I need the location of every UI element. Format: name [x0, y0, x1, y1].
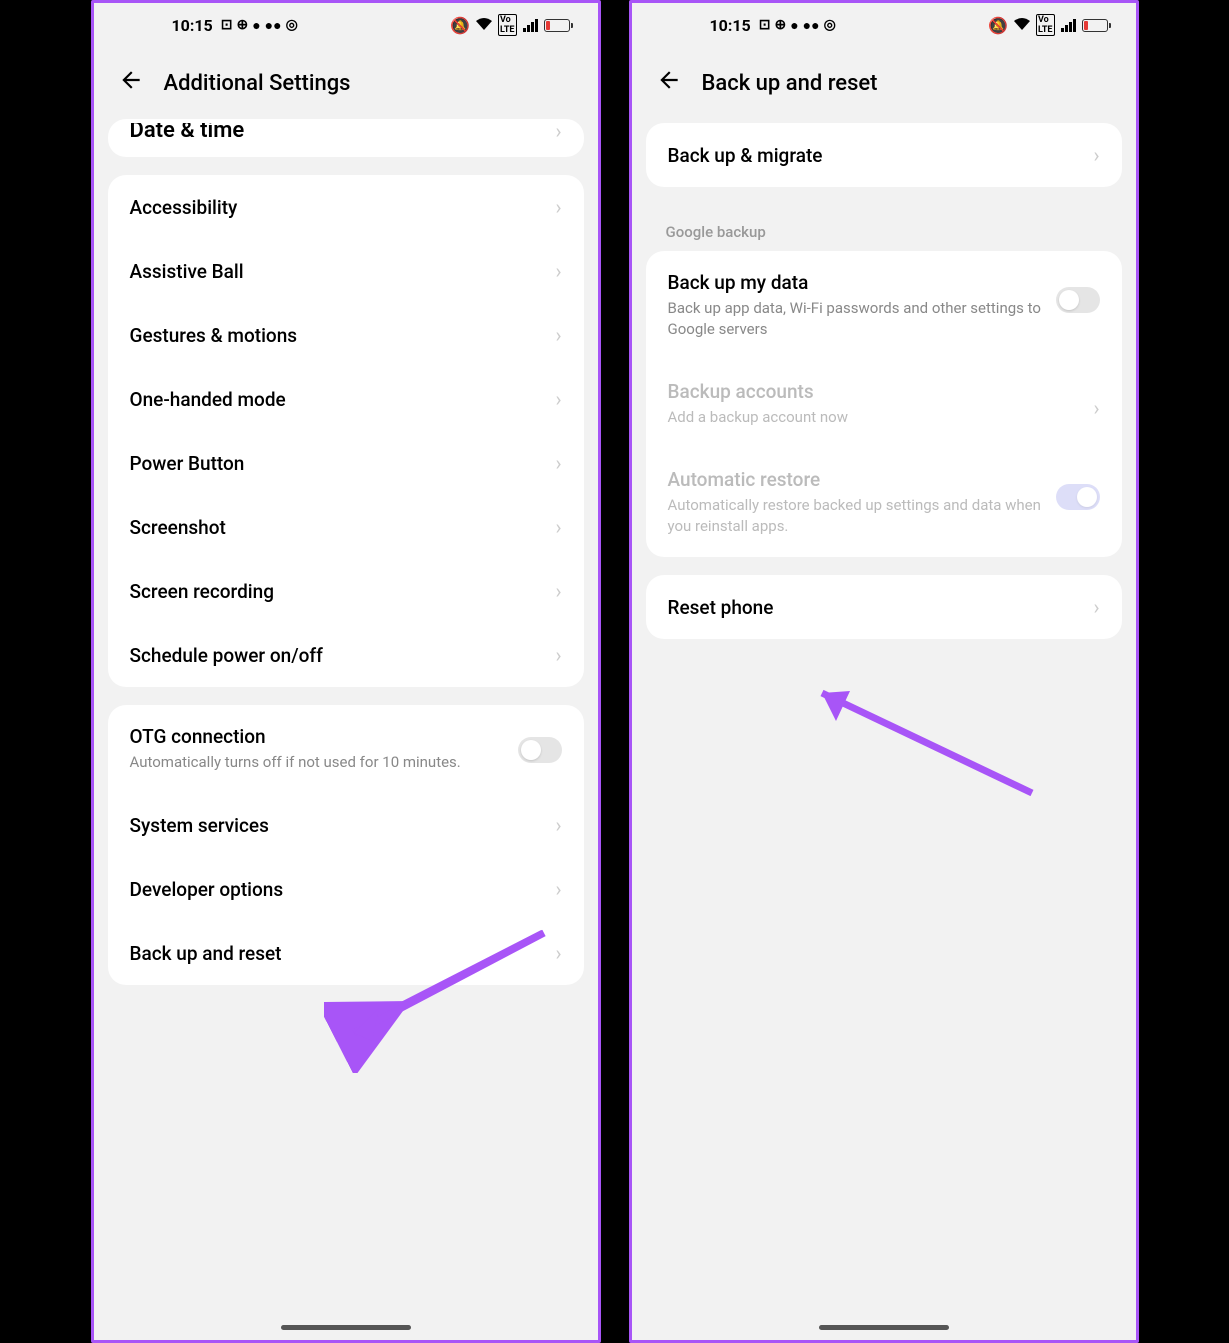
row-otg-connection[interactable]: OTG connection Automatically turns off i…: [108, 705, 584, 793]
row-label: Assistive Ball: [130, 260, 556, 283]
mute-icon: 🔕: [450, 16, 470, 35]
section-google-backup: Google backup: [632, 205, 1136, 251]
status-time: 10:15: [172, 16, 213, 35]
row-label: Reset phone: [668, 596, 1094, 619]
row-label: Screenshot: [130, 516, 556, 539]
row-system-services[interactable]: System services ›: [108, 793, 584, 857]
row-label: System services: [130, 814, 556, 837]
status-tray: 🔕 VoLTE: [988, 14, 1107, 36]
chevron-right-icon: ›: [555, 259, 561, 283]
chevron-right-icon: ›: [1093, 143, 1099, 167]
otg-toggle[interactable]: [518, 737, 562, 763]
chevron-right-icon: ›: [1093, 396, 1099, 420]
battery-icon: [544, 19, 570, 32]
back-button[interactable]: [656, 67, 682, 99]
signal-icon: [523, 18, 538, 32]
row-label: Back up & migrate: [668, 144, 1094, 167]
card-group-2: OTG connection Automatically turns off i…: [108, 705, 584, 985]
row-reset-phone[interactable]: Reset phone ›: [646, 575, 1122, 639]
status-bar: 10:15 ⊡⊕●●●◎ 🔕 VoLTE: [632, 3, 1136, 47]
backup-data-toggle[interactable]: [1056, 287, 1100, 313]
chevron-right-icon: ›: [555, 451, 561, 475]
row-subtitle: Automatically restore backed up settings…: [668, 495, 1056, 537]
chevron-right-icon: ›: [555, 643, 561, 667]
home-indicator[interactable]: [819, 1325, 949, 1330]
wifi-icon: [476, 16, 492, 35]
chevron-right-icon: ›: [555, 387, 561, 411]
row-power-button[interactable]: Power Button ›: [108, 431, 584, 495]
row-back-up-and-reset[interactable]: Back up and reset ›: [108, 921, 584, 985]
row-automatic-restore[interactable]: Automatic restore Automatically restore …: [646, 448, 1122, 557]
row-screenshot[interactable]: Screenshot ›: [108, 495, 584, 559]
row-one-handed[interactable]: One-handed mode ›: [108, 367, 584, 431]
row-label: Backup accounts: [668, 380, 1094, 403]
card-reset: Reset phone ›: [646, 575, 1122, 639]
chevron-right-icon: ›: [555, 813, 561, 837]
page-title: Back up and reset: [702, 71, 878, 96]
chevron-right-icon: ›: [555, 119, 561, 143]
row-label: Back up my data: [668, 271, 1056, 294]
row-backup-accounts[interactable]: Backup accounts Add a backup account now…: [646, 360, 1122, 448]
row-label: Automatic restore: [668, 468, 1056, 491]
row-subtitle: Add a backup account now: [668, 407, 1094, 428]
row-back-up-my-data[interactable]: Back up my data Back up app data, Wi-Fi …: [646, 251, 1122, 360]
status-bar: 10:15 ⊡⊕●●●◎ 🔕 VoLTE: [94, 3, 598, 47]
status-app-icons: ⊡⊕●●●◎: [221, 17, 298, 34]
row-label: OTG connection: [130, 725, 518, 748]
chevron-right-icon: ›: [555, 515, 561, 539]
row-gestures-motions[interactable]: Gestures & motions ›: [108, 303, 584, 367]
page-header: Additional Settings: [94, 47, 598, 123]
chevron-right-icon: ›: [555, 941, 561, 965]
row-date-time[interactable]: Date & time ›: [108, 119, 584, 157]
row-developer-options[interactable]: Developer options ›: [108, 857, 584, 921]
status-time: 10:15: [710, 16, 751, 35]
phone-left: 10:15 ⊡⊕●●●◎ 🔕 VoLTE Additional Settings…: [91, 0, 601, 1343]
chevron-right-icon: ›: [555, 323, 561, 347]
auto-restore-toggle[interactable]: [1056, 484, 1100, 510]
chevron-right-icon: ›: [1093, 595, 1099, 619]
volte-icon: VoLTE: [498, 14, 517, 36]
row-accessibility[interactable]: Accessibility ›: [108, 175, 584, 239]
row-label: One-handed mode: [130, 388, 556, 411]
chevron-right-icon: ›: [555, 877, 561, 901]
row-label: Accessibility: [130, 196, 556, 219]
back-button[interactable]: [118, 67, 144, 99]
card-group-1: Accessibility › Assistive Ball › Gesture…: [108, 175, 584, 687]
row-assistive-ball[interactable]: Assistive Ball ›: [108, 239, 584, 303]
row-label: Power Button: [130, 452, 556, 475]
annotation-arrow: [700, 680, 701, 681]
row-label: Schedule power on/off: [130, 644, 556, 667]
card-backup-migrate: Back up & migrate ›: [646, 123, 1122, 187]
row-label: Back up and reset: [130, 942, 556, 965]
page-title: Additional Settings: [164, 71, 351, 96]
row-label: Screen recording: [130, 580, 556, 603]
row-subtitle: Back up app data, Wi-Fi passwords and ot…: [668, 298, 1056, 340]
row-label: Date & time: [130, 123, 556, 143]
row-screen-recording[interactable]: Screen recording ›: [108, 559, 584, 623]
mute-icon: 🔕: [988, 16, 1008, 35]
row-subtitle: Automatically turns off if not used for …: [130, 752, 518, 773]
volte-icon: VoLTE: [1036, 14, 1055, 36]
page-header: Back up and reset: [632, 47, 1136, 123]
battery-icon: [1082, 19, 1108, 32]
home-indicator[interactable]: [281, 1325, 411, 1330]
row-schedule-power[interactable]: Schedule power on/off ›: [108, 623, 584, 687]
chevron-right-icon: ›: [555, 579, 561, 603]
card-google-backup: Back up my data Back up app data, Wi-Fi …: [646, 251, 1122, 557]
status-app-icons: ⊡⊕●●●◎: [759, 17, 836, 34]
card-clipped: Date & time ›: [108, 119, 584, 157]
status-tray: 🔕 VoLTE: [450, 14, 569, 36]
phone-right: 10:15 ⊡⊕●●●◎ 🔕 VoLTE Back up and reset B…: [629, 0, 1139, 1343]
row-back-up-migrate[interactable]: Back up & migrate ›: [646, 123, 1122, 187]
chevron-right-icon: ›: [555, 195, 561, 219]
row-label: Gestures & motions: [130, 324, 556, 347]
wifi-icon: [1014, 16, 1030, 35]
annotation-arrow-right: [782, 663, 1062, 823]
signal-icon: [1061, 18, 1076, 32]
row-label: Developer options: [130, 878, 556, 901]
